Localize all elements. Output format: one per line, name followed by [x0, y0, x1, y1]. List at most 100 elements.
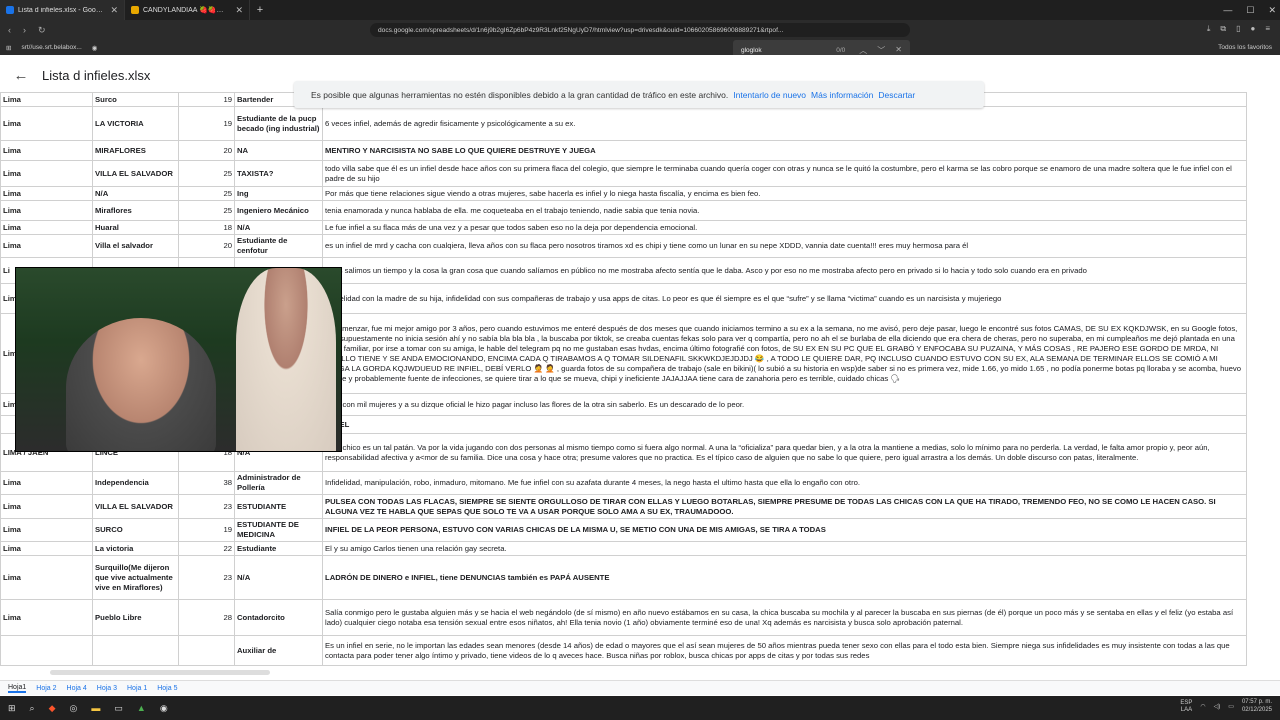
city-cell[interactable]: Lima [0, 160, 93, 187]
find-close-icon[interactable]: ✕ [895, 45, 902, 56]
age-cell[interactable]: 25 [178, 186, 235, 201]
occupation-cell[interactable]: Estudiante de cenfotur [234, 234, 323, 258]
city-cell[interactable] [0, 635, 93, 666]
wifi-icon[interactable]: ◠ [1200, 703, 1205, 710]
horizontal-scrollbar[interactable] [50, 670, 270, 675]
district-cell[interactable]: VILLA EL SALVADOR [92, 160, 179, 187]
district-cell[interactable]: Independencia [92, 471, 179, 495]
minimize-icon[interactable]: — [1223, 5, 1232, 15]
description-cell[interactable]: Salía conmigo pero le gustaba alguien má… [322, 599, 1247, 636]
description-cell[interactable]: es un infiel de mrd y cacha con cualqier… [322, 234, 1247, 258]
occupation-cell[interactable]: Estudiante [234, 541, 323, 556]
occupation-cell[interactable]: Administrador de Pollería [234, 471, 323, 495]
age-cell[interactable]: 23 [178, 555, 235, 600]
more-info-link[interactable]: Más información [811, 90, 873, 100]
close-icon[interactable]: ✕ [110, 5, 118, 16]
age-cell[interactable]: 22 [178, 541, 235, 556]
windows-start-icon[interactable]: ⊞ [8, 703, 16, 714]
bookmark-srt[interactable]: srt//use.srt.belabox... [21, 44, 81, 51]
description-cell[interactable]: Infidelidad con la madre de su hija, inf… [322, 283, 1247, 314]
city-cell[interactable]: Lima [0, 200, 93, 221]
reload-icon[interactable]: ↻ [38, 25, 46, 36]
district-cell[interactable]: N/A [92, 186, 179, 201]
tab-lista-infieles[interactable]: Lista d infieles.xlsx - Google Drive ✕ [0, 0, 125, 20]
district-cell[interactable]: MIRAFLORES [92, 140, 179, 161]
close-window-icon[interactable]: ✕ [1268, 5, 1276, 16]
maximize-icon[interactable]: ☐ [1246, 5, 1254, 16]
city-cell[interactable]: Lima [0, 140, 93, 161]
sheet-tab[interactable]: Hoja 3 [97, 685, 117, 692]
city-cell[interactable]: Lima [0, 494, 93, 519]
description-cell[interactable]: Este chico es un tal patán. Va por la vi… [322, 433, 1247, 472]
district-cell[interactable]: SURCO [92, 518, 179, 542]
description-cell[interactable]: Al comenzar, fue mi mejor amigo por 3 añ… [322, 313, 1247, 394]
age-cell[interactable]: 25 [178, 160, 235, 187]
occupation-cell[interactable]: NA [234, 140, 323, 161]
age-cell[interactable]: 19 [178, 92, 235, 107]
city-cell[interactable]: Lima [0, 220, 93, 235]
occupation-cell[interactable]: Auxiliar de [234, 635, 323, 666]
sidebar-icon[interactable]: ▯ [1236, 24, 1240, 34]
description-cell[interactable]: INFIEL [322, 415, 1247, 434]
occupation-cell[interactable]: ESTUDIANTE DE MEDICINA [234, 518, 323, 542]
language-indicator[interactable]: ESP LAA [1180, 700, 1192, 714]
occupation-cell[interactable]: N/A [234, 555, 323, 600]
description-cell[interactable]: Pues salimos un tiempo y la cosa la gran… [322, 257, 1247, 284]
city-cell[interactable]: Lima [0, 471, 93, 495]
district-cell[interactable]: Surco [92, 92, 179, 107]
profile-icon[interactable]: ● [1250, 24, 1255, 34]
new-tab-button[interactable]: + [250, 4, 270, 16]
occupation-cell[interactable]: N/A [234, 220, 323, 235]
district-cell[interactable]: VILLA EL SALVADOR [92, 494, 179, 519]
search-icon[interactable]: ⌕ [30, 703, 35, 714]
find-prev-icon[interactable]: ︿ [859, 45, 867, 56]
city-cell[interactable]: Lima [0, 186, 93, 201]
city-cell[interactable]: Lima [0, 92, 93, 107]
age-cell[interactable]: 25 [178, 200, 235, 221]
description-cell[interactable]: Por más que tiene relaciones sigue viend… [322, 186, 1247, 201]
district-cell[interactable]: Miraflores [92, 200, 179, 221]
description-cell[interactable]: todo villa sabe que él es un infiel desd… [322, 160, 1247, 187]
description-cell[interactable]: tenia enamorada y nunca hablaba de ella.… [322, 200, 1247, 221]
age-cell[interactable]: 28 [178, 599, 235, 636]
battery-icon[interactable]: ▭ [1228, 703, 1234, 710]
description-cell[interactable]: Le fue infiel a su flaca más de una vez … [322, 220, 1247, 235]
district-cell[interactable]: Huaral [92, 220, 179, 235]
age-cell[interactable]: 18 [178, 220, 235, 235]
github-icon[interactable]: ◉ [92, 44, 98, 52]
age-cell[interactable]: 19 [178, 518, 235, 542]
district-cell[interactable]: Villa el salvador [92, 234, 179, 258]
occupation-cell[interactable]: Ing [234, 186, 323, 201]
description-cell[interactable]: Infidelidad, manipulación, robo, inmadur… [322, 471, 1247, 495]
sheet-tab[interactable]: Hoja 2 [36, 685, 56, 692]
city-cell[interactable]: Lima [0, 106, 93, 141]
city-cell[interactable]: Lima [0, 555, 93, 600]
age-cell[interactable]: 38 [178, 471, 235, 495]
app-icon[interactable]: ▲ [137, 703, 146, 713]
description-cell[interactable]: El y su amigo Carlos tienen una relación… [322, 541, 1247, 556]
back-icon[interactable]: ‹ [8, 25, 11, 36]
dismiss-link[interactable]: Descartar [878, 90, 915, 100]
description-cell[interactable]: Es un infiel en serie, no le importan la… [322, 635, 1247, 666]
url-field[interactable]: docs.google.com/spreadsheets/d/1n6j9b2gI… [370, 23, 910, 37]
description-cell[interactable]: PULSEA CON TODAS LAS FLACAS, SIEMPRE SE … [322, 494, 1247, 519]
sheet-tab[interactable]: Hoja 5 [157, 685, 177, 692]
district-cell[interactable]: LA VICTORIA [92, 106, 179, 141]
extensions-icon[interactable]: ⧉ [1220, 24, 1226, 34]
forward-icon[interactable]: › [23, 25, 26, 36]
district-cell[interactable]: La victoria [92, 541, 179, 556]
terminal-icon[interactable]: ▭ [114, 703, 123, 714]
close-icon[interactable]: ✕ [235, 5, 243, 16]
chrome-icon[interactable]: ◎ [70, 703, 78, 714]
district-cell[interactable]: Pueblo Libre [92, 599, 179, 636]
volume-icon[interactable]: ◁) [1214, 703, 1221, 710]
retry-link[interactable]: Intentarlo de nuevo [733, 90, 806, 100]
download-icon[interactable]: ⤓ [1207, 24, 1211, 34]
description-cell[interactable]: Sale con mil mujeres y a su dizque ofici… [322, 393, 1247, 416]
sheet-tab[interactable]: Hoja1 [8, 684, 27, 693]
apps-icon[interactable]: ⊞ [6, 44, 11, 52]
city-cell[interactable]: Lima [0, 234, 93, 258]
district-cell[interactable] [92, 635, 179, 666]
occupation-cell[interactable]: ESTUDIANTE [234, 494, 323, 519]
description-cell[interactable]: INFIEL DE LA PEOR PERSONA, ESTUVO CON VA… [322, 518, 1247, 542]
